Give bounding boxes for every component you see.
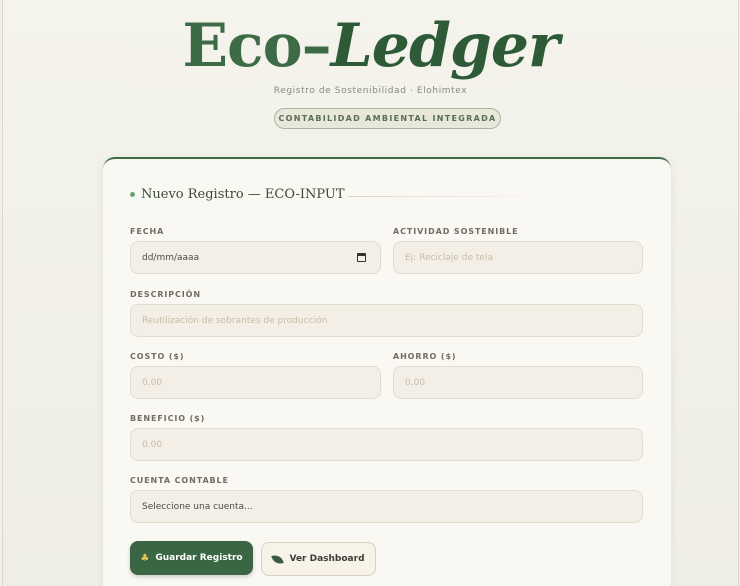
sprout-icon: ♣ bbox=[140, 552, 150, 564]
actividad-label: ACTIVIDAD SOSTENIBLE bbox=[393, 227, 519, 236]
cuenta-select[interactable]: Seleccione una cuenta... bbox=[130, 490, 643, 523]
descripcion-label: DESCRIPCIÓN bbox=[130, 290, 201, 299]
beneficio-input[interactable]: 0.00 bbox=[130, 428, 643, 461]
beneficio-label: BENEFICIO ($) bbox=[130, 414, 206, 423]
calendar-icon[interactable] bbox=[357, 253, 366, 262]
brand-dash: – bbox=[301, 11, 332, 81]
dashboard-button-label: Ver Dashboard bbox=[289, 554, 365, 564]
descripcion-input[interactable]: Reutilización de sobrantes de producción bbox=[130, 304, 643, 337]
brand-part-eco: Eco bbox=[182, 11, 302, 81]
save-button-label: Guardar Registro bbox=[155, 553, 243, 563]
form-title-text: Nuevo Registro — ECO-INPUT bbox=[141, 187, 345, 202]
fecha-value: dd/mm/aaaa bbox=[142, 252, 200, 263]
title-divider bbox=[348, 196, 548, 197]
form-card: Nuevo Registro — ECO-INPUT FECHA dd/mm/a… bbox=[103, 157, 671, 586]
actividad-input[interactable]: Ej: Reciclaje de tela bbox=[393, 241, 643, 274]
cuenta-selected: Seleccione una cuenta... bbox=[142, 501, 253, 512]
ahorro-placeholder: 0.00 bbox=[405, 377, 426, 388]
cuenta-label: CUENTA CONTABLE bbox=[130, 476, 229, 485]
save-button[interactable]: ♣ Guardar Registro bbox=[130, 541, 253, 575]
costo-placeholder: 0.00 bbox=[142, 377, 163, 388]
descripcion-placeholder: Reutilización de sobrantes de producción bbox=[142, 315, 328, 326]
ahorro-input[interactable]: 0.00 bbox=[393, 366, 643, 399]
costo-input[interactable]: 0.00 bbox=[130, 366, 381, 399]
ahorro-label: AHORRO ($) bbox=[393, 352, 457, 361]
section-pill: CONTABILIDAD AMBIENTAL INTEGRADA bbox=[274, 108, 501, 129]
dashboard-button[interactable]: Ver Dashboard bbox=[261, 542, 376, 576]
beneficio-placeholder: 0.00 bbox=[142, 439, 163, 450]
fecha-label: FECHA bbox=[130, 227, 165, 236]
brand-logo: Eco–Ledger bbox=[3, 8, 738, 84]
brand-subtitle: Registro de Sostenibilidad · Elohimtex bbox=[273, 86, 468, 96]
dot-icon bbox=[130, 192, 135, 197]
fecha-input[interactable]: dd/mm/aaaa bbox=[130, 241, 381, 274]
costo-label: COSTO ($) bbox=[130, 352, 185, 361]
brand-part-ledger: Ledger bbox=[330, 11, 560, 81]
form-title: Nuevo Registro — ECO-INPUT bbox=[130, 187, 345, 202]
leaf-icon bbox=[271, 553, 285, 565]
actividad-placeholder: Ej: Reciclaje de tela bbox=[405, 252, 493, 263]
page-frame: Eco–Ledger Registro de Sostenibilidad · … bbox=[2, 0, 739, 586]
